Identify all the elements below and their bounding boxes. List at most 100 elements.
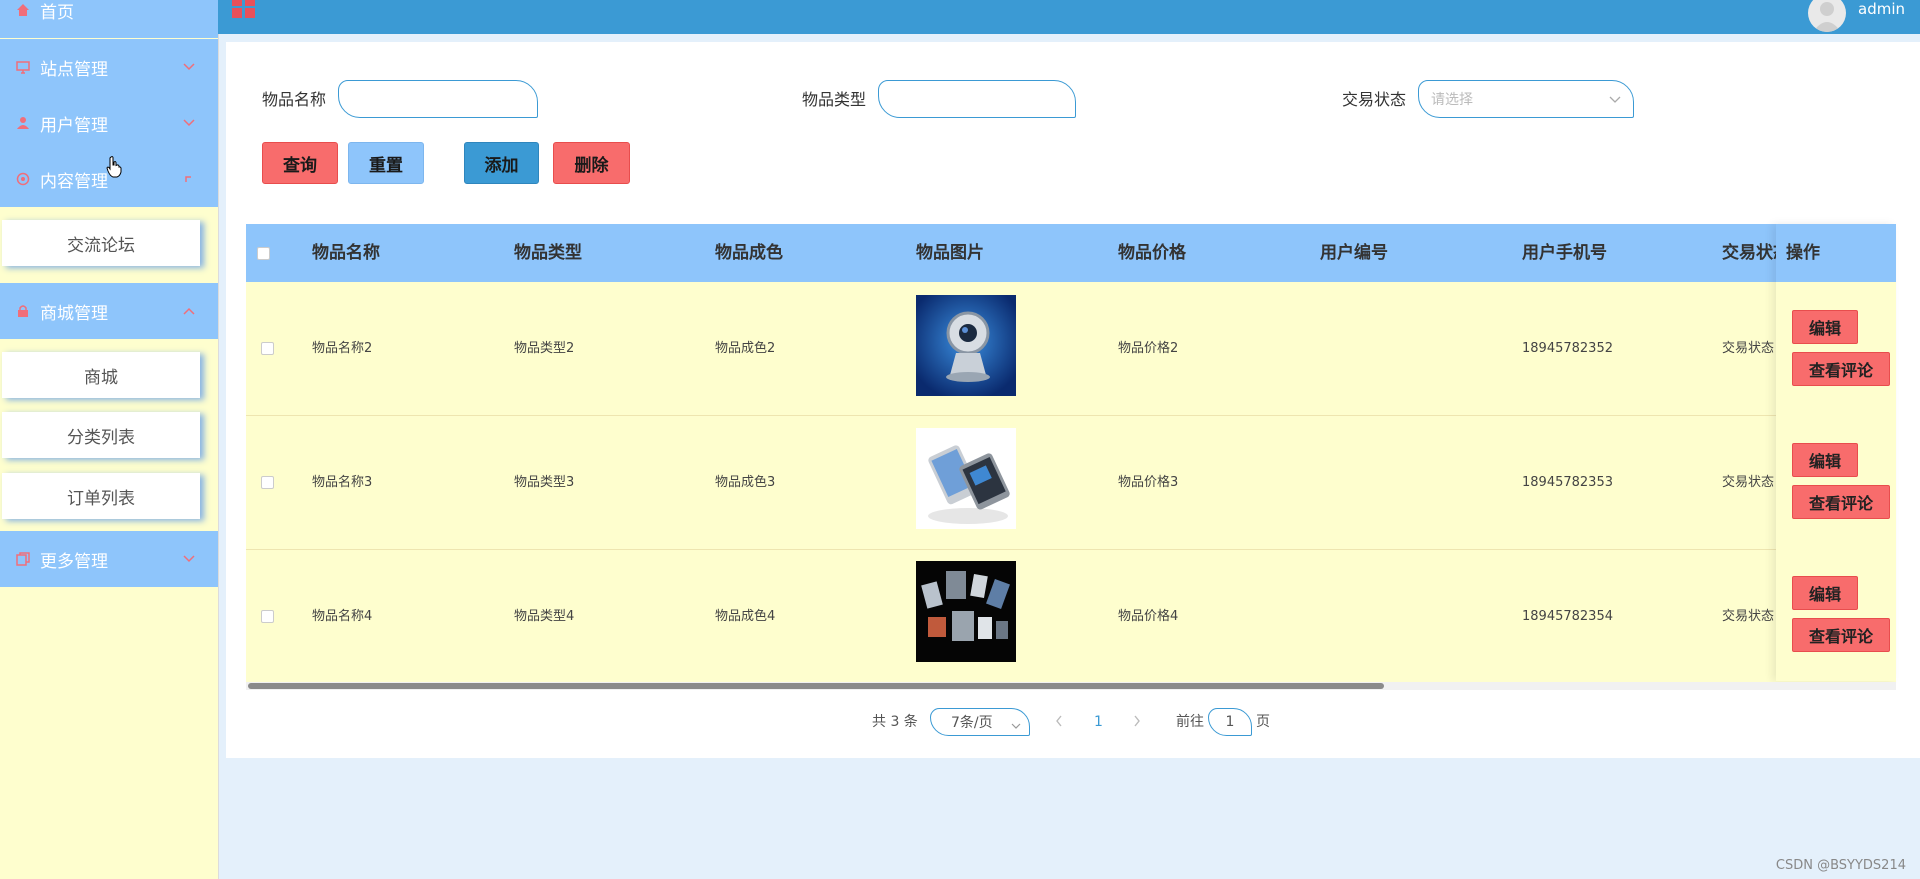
column-header[interactable]: 物品名称 bbox=[312, 224, 380, 282]
menu-home-label: 首页 bbox=[40, 2, 74, 23]
monitor-icon bbox=[14, 58, 32, 76]
chevron-down-icon bbox=[1011, 718, 1021, 734]
cell-item-price: 物品价格2 bbox=[1118, 341, 1179, 356]
goto-page-input[interactable]: 1 bbox=[1208, 708, 1252, 736]
cell-item-name: 物品名称4 bbox=[312, 609, 373, 624]
submenu-forum[interactable]: 交流论坛 bbox=[2, 220, 200, 266]
cell-phone: 18945782354 bbox=[1522, 609, 1613, 624]
edit-button[interactable]: 编辑 bbox=[1792, 310, 1858, 344]
user-name[interactable]: admin bbox=[1858, 0, 1905, 18]
avatar[interactable] bbox=[1808, 0, 1846, 32]
menu-more-label: 更多管理 bbox=[40, 551, 108, 572]
prev-page-icon[interactable] bbox=[1054, 713, 1064, 732]
copy-icon bbox=[14, 550, 32, 568]
table-row[interactable]: 物品名称2 物品类型2 物品成色2 物品价格2 18945782352 交易状态 bbox=[246, 282, 1896, 416]
delete-button[interactable]: 删除 bbox=[553, 142, 630, 184]
cell-status: 交易状态 bbox=[1722, 475, 1775, 490]
cell-item-condition: 物品成色4 bbox=[715, 609, 776, 624]
trade-status-select[interactable]: 请选择 bbox=[1418, 80, 1634, 118]
item-image-phones[interactable] bbox=[916, 428, 1016, 529]
sidebar: 首页 站点管理 用户管理 内容管理 交流论坛 商城管理 商城 分类列表 订单列表… bbox=[0, 0, 219, 879]
add-button[interactable]: 添加 bbox=[464, 142, 539, 184]
column-header[interactable]: 物品图片 bbox=[916, 224, 984, 282]
edit-button[interactable]: 编辑 bbox=[1792, 576, 1858, 610]
chevron-down-icon bbox=[1609, 92, 1621, 108]
cell-item-price: 物品价格3 bbox=[1118, 475, 1179, 490]
watermark: CSDN @BSYYDS214 bbox=[1775, 858, 1906, 873]
item-name-label: 物品名称 bbox=[262, 90, 327, 109]
row-checkbox[interactable] bbox=[261, 342, 274, 355]
query-button[interactable]: 查询 bbox=[262, 142, 338, 184]
submenu-order-list[interactable]: 订单列表 bbox=[2, 473, 200, 519]
item-image-webcam[interactable] bbox=[916, 295, 1016, 396]
cell-item-condition: 物品成色2 bbox=[715, 341, 776, 356]
menu-more-management[interactable]: 更多管理 bbox=[0, 531, 218, 587]
cell-item-type: 物品类型4 bbox=[514, 609, 575, 624]
cell-phone: 18945782353 bbox=[1522, 475, 1613, 490]
item-image-devices[interactable] bbox=[916, 561, 1016, 662]
chevron-down-icon bbox=[182, 116, 196, 130]
table-row[interactable]: 物品名称3 物品类型3 物品成色3 物品价格3 18945782353 交易状态 bbox=[246, 416, 1896, 550]
column-header[interactable]: 物品成色 bbox=[715, 224, 783, 282]
view-comments-button[interactable]: 查看评论 bbox=[1792, 485, 1890, 519]
next-page-icon[interactable] bbox=[1132, 713, 1142, 732]
menu-mall-label: 商城管理 bbox=[40, 303, 108, 324]
column-header[interactable]: 用户编号 bbox=[1320, 224, 1388, 282]
table-header: 物品名称 物品类型 物品成色 物品图片 物品价格 用户编号 用户手机号 交易状态 bbox=[246, 224, 1896, 282]
trade-status-label: 交易状态 bbox=[1342, 90, 1407, 109]
operations-column: 操作 编辑 查看评论 编辑 查看评论 编辑 查看评论 bbox=[1776, 224, 1896, 681]
cell-item-type: 物品类型3 bbox=[514, 475, 575, 490]
page-size-value: 7条/页 bbox=[951, 715, 993, 731]
table-row[interactable]: 物品名称4 物品类型4 物品成色4 物品价格4 18945782354 交易状态 bbox=[246, 550, 1896, 684]
cell-item-name: 物品名称3 bbox=[312, 475, 373, 490]
lock-icon bbox=[14, 302, 32, 320]
chevron-up-icon bbox=[182, 304, 196, 318]
page-size-select[interactable]: 7条/页 bbox=[930, 708, 1030, 736]
cell-item-type: 物品类型2 bbox=[514, 341, 575, 356]
chevron-down-icon bbox=[182, 552, 196, 566]
view-comments-button[interactable]: 查看评论 bbox=[1792, 618, 1890, 652]
top-bar: admin bbox=[218, 0, 1920, 34]
submenu-mall[interactable]: 商城 bbox=[2, 352, 200, 398]
submenu-category-list[interactable]: 分类列表 bbox=[2, 412, 200, 458]
grid-menu-icon[interactable] bbox=[232, 0, 256, 22]
hand-cursor-icon bbox=[106, 156, 122, 182]
cell-item-name: 物品名称2 bbox=[312, 341, 373, 356]
menu-home[interactable]: 首页 bbox=[0, 0, 218, 38]
item-type-label: 物品类型 bbox=[802, 90, 867, 109]
row-checkbox[interactable] bbox=[261, 610, 274, 623]
scrollbar-thumb[interactable] bbox=[248, 683, 1384, 689]
reset-button[interactable]: 重置 bbox=[348, 142, 424, 184]
menu-site-management[interactable]: 站点管理 bbox=[0, 39, 218, 95]
page-number-current[interactable]: 1 bbox=[1094, 713, 1103, 731]
edit-button[interactable]: 编辑 bbox=[1792, 443, 1858, 477]
cell-item-price: 物品价格4 bbox=[1118, 609, 1179, 624]
cell-phone: 18945782352 bbox=[1522, 341, 1613, 356]
menu-site-label: 站点管理 bbox=[40, 59, 108, 80]
item-name-input[interactable] bbox=[338, 80, 538, 118]
column-header-operations: 操作 bbox=[1776, 224, 1896, 282]
chevron-up-icon bbox=[182, 172, 196, 186]
menu-mall-management[interactable]: 商城管理 bbox=[0, 283, 218, 339]
pagination-total: 共 3 条 bbox=[872, 714, 918, 730]
column-header[interactable]: 物品价格 bbox=[1118, 224, 1186, 282]
user-icon bbox=[14, 114, 32, 132]
cell-status: 交易状态 bbox=[1722, 609, 1775, 624]
row-checkbox[interactable] bbox=[261, 476, 274, 489]
view-comments-button[interactable]: 查看评论 bbox=[1792, 352, 1890, 386]
menu-content-label: 内容管理 bbox=[40, 171, 108, 192]
menu-user-label: 用户管理 bbox=[40, 115, 108, 136]
menu-user-management[interactable]: 用户管理 bbox=[0, 95, 218, 151]
select-all-checkbox[interactable] bbox=[257, 247, 270, 260]
goto-prefix: 前往 bbox=[1176, 714, 1204, 730]
goto-suffix: 页 bbox=[1256, 714, 1270, 730]
item-type-input[interactable] bbox=[878, 80, 1076, 118]
column-header[interactable]: 物品类型 bbox=[514, 224, 582, 282]
chevron-down-icon bbox=[182, 60, 196, 74]
content-icon bbox=[14, 170, 32, 188]
trade-status-placeholder: 请选择 bbox=[1431, 92, 1473, 108]
column-header[interactable]: 用户手机号 bbox=[1522, 224, 1607, 282]
table-horizontal-scrollbar[interactable] bbox=[246, 682, 1896, 690]
home-icon bbox=[14, 1, 32, 19]
cell-status: 交易状态 bbox=[1722, 341, 1775, 356]
